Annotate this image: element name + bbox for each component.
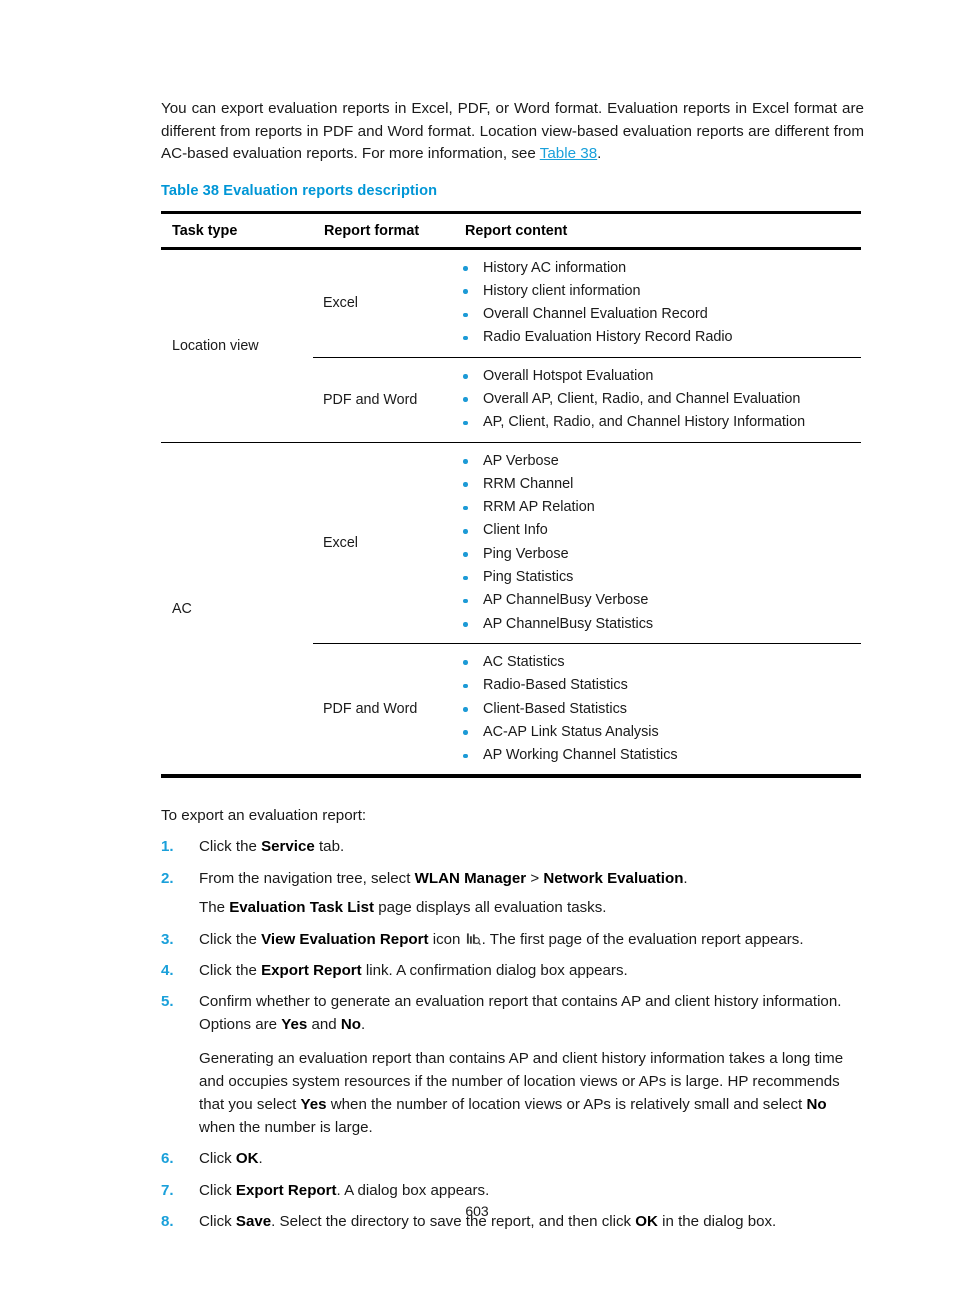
procedure-step: 3. Click the View Evaluation Report icon … bbox=[161, 929, 864, 951]
table-row: Location view Excel History AC informati… bbox=[161, 248, 861, 357]
procedure-step: 6. Click OK. bbox=[161, 1148, 864, 1170]
table-bottom-border-cell bbox=[313, 774, 454, 781]
list-item: Ping Statistics bbox=[454, 566, 861, 589]
list-item: AP Verbose bbox=[454, 450, 861, 473]
intro-text-part2: . bbox=[597, 145, 602, 162]
list-item: RRM Channel bbox=[454, 473, 861, 496]
step-text: Click OK. bbox=[199, 1150, 263, 1168]
procedure-lead-in: To export an evaluation report: bbox=[161, 807, 367, 825]
list-item: Overall AP, Client, Radio, and Channel E… bbox=[454, 388, 861, 411]
intro-text-part1: You can export evaluation reports in Exc… bbox=[161, 100, 864, 162]
list-item: Ping Verbose bbox=[454, 543, 861, 566]
cell-report-format: Excel bbox=[323, 295, 358, 312]
list-item: AC-AP Link Status Analysis bbox=[454, 721, 861, 744]
step-number: 5. bbox=[161, 993, 174, 1011]
emphasized-term: Network Evaluation bbox=[543, 869, 684, 887]
report-content-list: AC Statistics Radio-Based Statistics Cli… bbox=[454, 651, 861, 767]
cell-report-content: AP Verbose RRM Channel RRM AP Relation C… bbox=[454, 441, 861, 644]
cell-report-content: Overall Hotspot Evaluation Overall AP, C… bbox=[454, 356, 861, 443]
table-header-row: Task type Report format Report content bbox=[161, 210, 861, 250]
table-row: AC Excel AP Verbose RRM Channel RRM AP R… bbox=[161, 441, 861, 777]
list-item: AP Working Channel Statistics bbox=[454, 744, 861, 767]
report-content-list: AP Verbose RRM Channel RRM AP Relation C… bbox=[454, 450, 861, 636]
table-38-crossref-link[interactable]: Table 38 bbox=[540, 145, 597, 162]
cell-report-content: AC Statistics Radio-Based Statistics Cli… bbox=[454, 642, 861, 777]
step-text: From the navigation tree, select WLAN Ma… bbox=[199, 869, 688, 887]
list-item: Radio-Based Statistics bbox=[454, 674, 861, 697]
list-item: AC Statistics bbox=[454, 651, 861, 674]
list-item: Client-Based Statistics bbox=[454, 698, 861, 721]
list-item: Client Info bbox=[454, 519, 861, 542]
step-number: 6. bbox=[161, 1150, 174, 1168]
list-item: Overall Hotspot Evaluation bbox=[454, 365, 861, 388]
emphasized-term: View Evaluation Report bbox=[261, 930, 429, 948]
report-content-list: History AC information History client in… bbox=[454, 257, 861, 350]
list-item: AP, Client, Radio, and Channel History I… bbox=[454, 411, 861, 434]
step-text: Click the View Evaluation Report icon . … bbox=[199, 930, 804, 948]
step-text: Click Export Report. A dialog box appear… bbox=[199, 1181, 490, 1199]
step-text: Confirm whether to generate an evaluatio… bbox=[199, 993, 842, 1033]
cell-task-type: Location view bbox=[172, 337, 259, 354]
cell-report-format: Excel bbox=[313, 441, 454, 644]
list-item: AP ChannelBusy Verbose bbox=[454, 589, 861, 612]
step-number: 7. bbox=[161, 1181, 174, 1199]
emphasized-term: Yes bbox=[281, 1015, 308, 1033]
procedure-step: 2. From the navigation tree, select WLAN … bbox=[161, 868, 864, 920]
table-bottom-border-cell bbox=[454, 774, 861, 781]
table-bottom-border-cell bbox=[161, 774, 313, 781]
emphasized-term: Export Report bbox=[261, 962, 362, 980]
list-item: History AC information bbox=[454, 257, 861, 280]
list-item: Overall Channel Evaluation Record bbox=[454, 303, 861, 326]
procedure-steps-list: 1. Click the Service tab. 2. From the navig… bbox=[161, 836, 864, 1233]
emphasized-term: OK bbox=[235, 1150, 259, 1168]
step-text: Click the Export Report link. A confirma… bbox=[199, 962, 628, 980]
list-item: AP ChannelBusy Statistics bbox=[454, 613, 861, 636]
view-evaluation-report-icon[interactable] bbox=[466, 932, 481, 947]
column-header-task-type: Task type bbox=[161, 210, 313, 250]
intro-paragraph: You can export evaluation reports in Exc… bbox=[161, 98, 864, 166]
cell-report-format: PDF and Word bbox=[313, 642, 454, 777]
cell-report-content: History AC information History client in… bbox=[454, 248, 861, 357]
procedure-step: 4. Click the Export Report link. A confir… bbox=[161, 960, 864, 982]
step-number: 1. bbox=[161, 838, 174, 856]
step-number: 4. bbox=[161, 962, 174, 980]
procedure-step: 1. Click the Service tab. bbox=[161, 836, 864, 858]
cell-task-type: AC bbox=[161, 441, 313, 777]
step-substep-text: The Evaluation Task List page displays a… bbox=[199, 899, 607, 917]
evaluation-reports-table: Task type Report format Report content L… bbox=[161, 210, 861, 781]
list-item: History client information bbox=[454, 280, 861, 303]
procedure-step: 7. Click Export Report. A dialog box appe… bbox=[161, 1180, 864, 1202]
emphasized-term: Yes bbox=[300, 1095, 327, 1113]
list-item: Radio Evaluation History Record Radio bbox=[454, 326, 861, 349]
emphasized-term: No bbox=[806, 1095, 827, 1113]
document-page: You can export evaluation reports in Exc… bbox=[0, 0, 954, 1296]
emphasized-term: Service bbox=[261, 838, 315, 856]
emphasized-term: Export Report bbox=[235, 1181, 337, 1199]
list-item: RRM AP Relation bbox=[454, 496, 861, 519]
table-body: Location view Excel History AC informati… bbox=[161, 248, 861, 781]
procedure-step: 5. Confirm whether to generate an evaluat… bbox=[161, 991, 864, 1139]
step-note-paragraph: Generating an evaluation report than con… bbox=[199, 1050, 844, 1136]
step-number: 2. bbox=[161, 869, 174, 887]
column-header-report-format: Report format bbox=[313, 210, 454, 250]
emphasized-term: WLAN Manager bbox=[414, 869, 527, 887]
step-number: 3. bbox=[161, 930, 174, 948]
emphasized-term: No bbox=[340, 1015, 361, 1033]
emphasized-term: Evaluation Task List bbox=[229, 899, 375, 917]
cell-report-format: PDF and Word bbox=[313, 356, 454, 443]
table-caption: Table 38 Evaluation reports description bbox=[161, 182, 438, 199]
report-content-list: Overall Hotspot Evaluation Overall AP, C… bbox=[454, 365, 861, 435]
step-text: Click the Service tab. bbox=[199, 838, 345, 856]
table-bottom-border bbox=[161, 774, 861, 781]
page-number: 603 bbox=[465, 1203, 489, 1219]
column-header-report-content: Report content bbox=[454, 210, 861, 250]
page-content: You can export evaluation reports in Exc… bbox=[161, 98, 864, 1234]
